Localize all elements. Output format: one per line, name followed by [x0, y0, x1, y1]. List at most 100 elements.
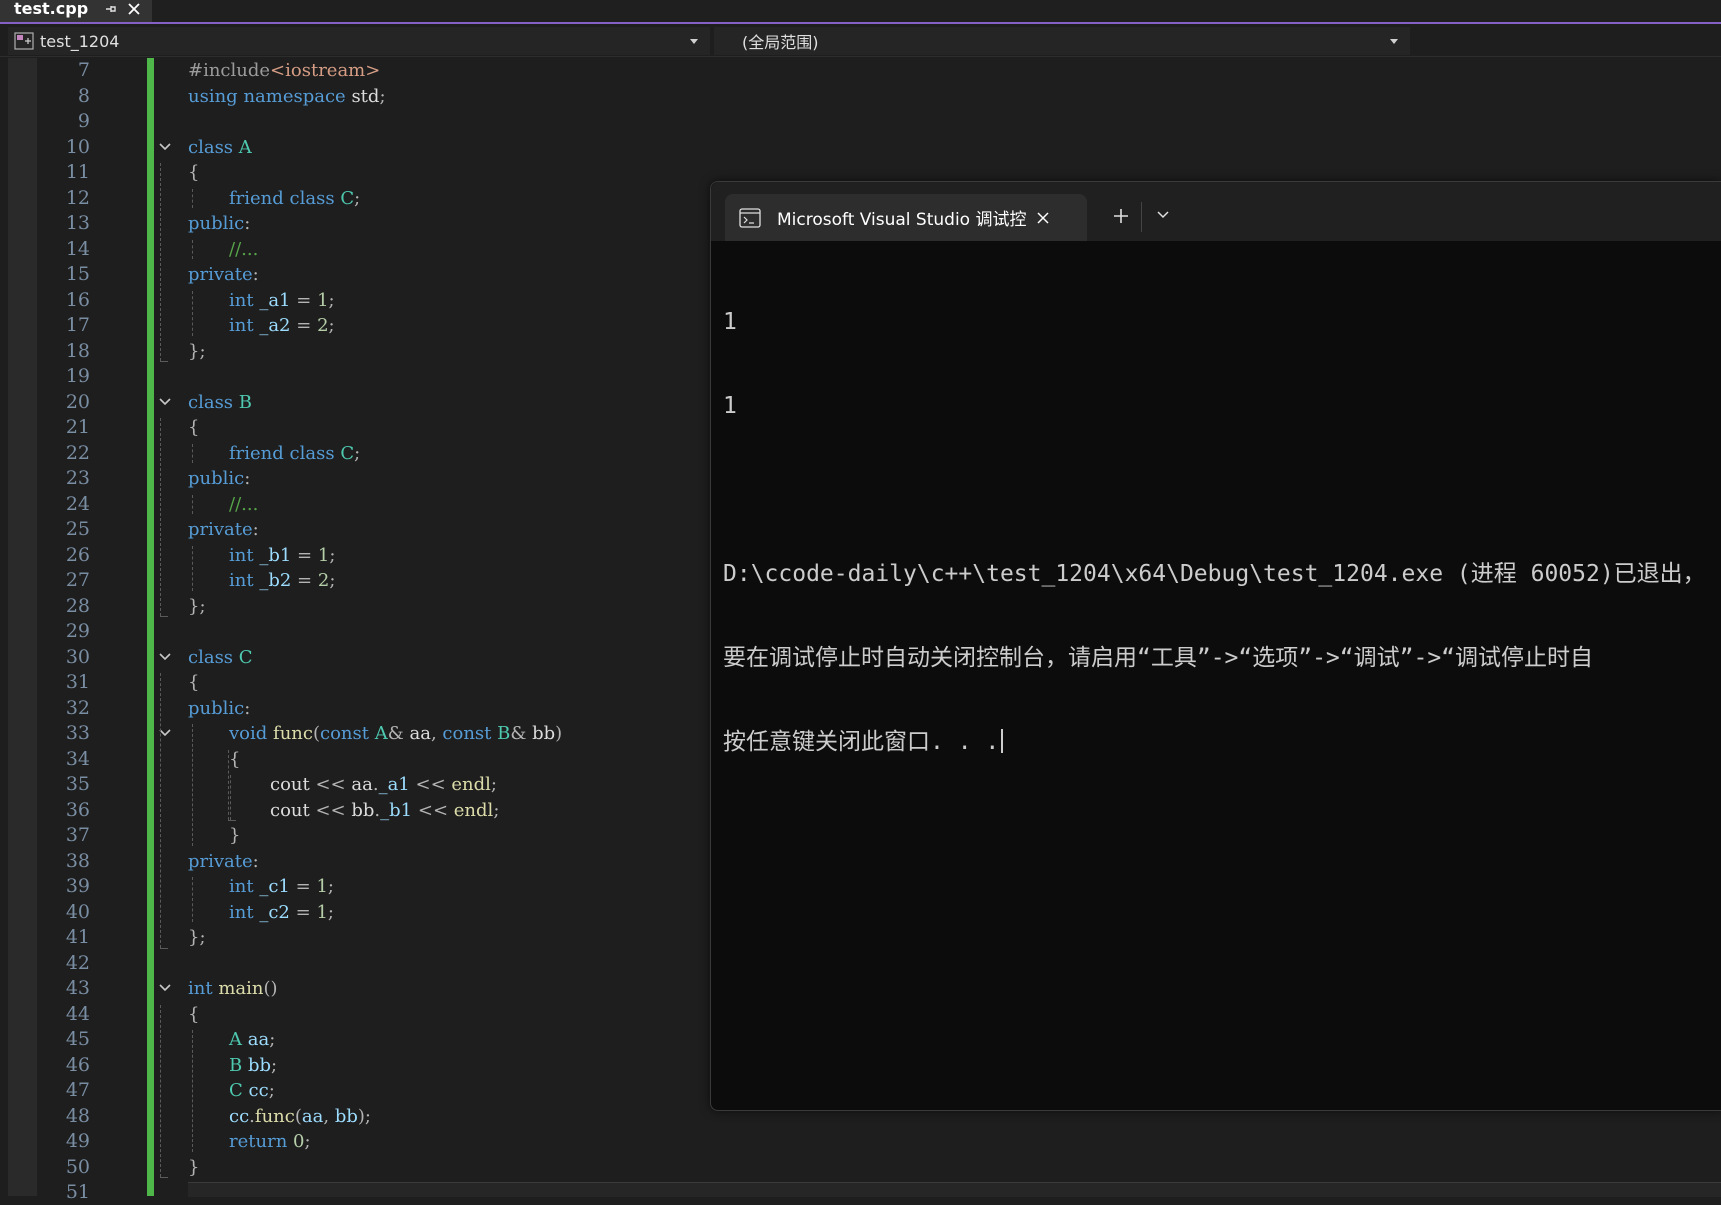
code-token: //...: [229, 238, 259, 260]
code-text: void func(const A& aa, const B& bb): [229, 721, 562, 746]
line-number: 47: [65, 1079, 90, 1101]
code-text: //...: [229, 492, 258, 517]
code-token: 0: [293, 1131, 305, 1152]
fold-chevron-icon[interactable]: [158, 397, 172, 407]
code-text: {: [188, 415, 199, 440]
code-line[interactable]: 9: [0, 109, 1721, 134]
code-token: class: [289, 442, 335, 464]
code-token: C: [229, 1080, 243, 1101]
code-token: ;: [271, 1054, 278, 1076]
line-number: 42: [65, 951, 90, 974]
line-number: 38: [65, 849, 90, 872]
code-token: cout: [270, 774, 316, 795]
code-token: bb: [345, 799, 375, 821]
plus-icon[interactable]: [1111, 206, 1131, 226]
line-number: 13: [65, 212, 90, 234]
code-token: =: [297, 570, 313, 591]
code-text: public:: [188, 696, 250, 721]
line-number: 8: [77, 84, 90, 107]
indent-guide-end: [160, 361, 168, 362]
chevron-down-icon[interactable]: [1156, 210, 1170, 220]
code-text: class A: [188, 135, 252, 160]
line-number: 23: [65, 467, 90, 489]
console-line: D:\ccode-daily\c++\test_1204\x64\Debug\t…: [723, 561, 1706, 587]
code-line[interactable]: 7 #include<iostream>: [0, 58, 1721, 83]
code-token: B: [238, 391, 253, 413]
code-token: bb: [334, 1105, 358, 1127]
code-text: B bb;: [229, 1053, 277, 1078]
code-token: class: [188, 136, 234, 158]
code-token: <<: [417, 799, 449, 821]
code-token: C: [340, 187, 355, 209]
code-token: };: [188, 927, 206, 948]
close-icon[interactable]: [1035, 210, 1051, 226]
indent-guide: [228, 749, 229, 820]
close-icon[interactable]: [126, 1, 142, 17]
code-line[interactable]: 8 using namespace std;: [0, 84, 1721, 109]
line-number: 31: [65, 671, 90, 693]
code-text: class C: [188, 645, 253, 670]
code-token: public: [188, 697, 245, 719]
code-token: aa: [403, 723, 431, 744]
code-token: _a1: [378, 774, 410, 795]
code-text: {: [188, 1002, 199, 1027]
fold-chevron-icon[interactable]: [158, 652, 172, 662]
indent-guide: [192, 239, 193, 259]
code-token: void: [229, 723, 268, 744]
indent-guide-end: [160, 616, 168, 617]
code-line[interactable]: 10 class A: [0, 135, 1721, 160]
code-text: };: [188, 594, 206, 619]
code-token: {: [188, 672, 200, 693]
fold-chevron-icon[interactable]: [158, 142, 172, 152]
line-number: 20: [65, 390, 90, 413]
console-tab-title: Microsoft Visual Studio 调试控: [777, 210, 1027, 230]
code-token: ;: [327, 876, 334, 897]
chevron-down-icon: [1390, 39, 1398, 44]
code-token: _a1: [259, 289, 291, 311]
scope-dropdown[interactable]: (全局范围): [714, 27, 1410, 55]
project-dropdown[interactable]: test_1204: [8, 27, 710, 55]
code-token: endl: [453, 799, 494, 821]
code-token: };: [188, 595, 206, 617]
code-token: ;: [269, 1029, 276, 1050]
code-token: 2: [317, 570, 330, 591]
console-output[interactable]: 1 1 D:\ccode-daily\c++\test_1204\x64\Deb…: [723, 252, 1721, 812]
console-line: 按任意键关闭此窗口. . .: [723, 729, 1000, 755]
code-token: 1: [317, 544, 330, 566]
code-token: (: [294, 1105, 302, 1127]
code-token: ;: [268, 1080, 275, 1101]
tab-separator: [1141, 202, 1142, 232]
code-token: _b1: [259, 544, 292, 566]
fold-chevron-icon[interactable]: [158, 983, 172, 993]
code-token: ;: [304, 1131, 311, 1152]
line-number: 40: [65, 900, 90, 923]
line-number: 19: [65, 365, 90, 387]
line-number: 12: [65, 186, 90, 209]
code-token: using: [188, 85, 238, 107]
debug-console-window[interactable]: Microsoft Visual Studio 调试控 1 1 D:\ccode…: [710, 181, 1721, 1111]
pin-icon[interactable]: [104, 2, 118, 16]
line-number: 34: [65, 747, 90, 770]
line-number: 16: [65, 288, 90, 311]
code-token: :: [252, 519, 259, 540]
code-token: A: [229, 1029, 242, 1050]
code-token: _a2: [259, 315, 291, 336]
console-titlebar: Microsoft Visual Studio 调试控: [711, 182, 1721, 241]
line-number: 14: [65, 237, 90, 260]
code-token: }: [229, 825, 241, 846]
console-tab[interactable]: Microsoft Visual Studio 调试控: [725, 194, 1087, 241]
code-token: ;: [328, 315, 335, 336]
code-token: namespace: [243, 85, 346, 107]
code-token: //...: [229, 493, 259, 515]
console-icon: [739, 207, 761, 228]
code-token: {: [188, 417, 200, 438]
code-line[interactable]: 49 return 0;: [0, 1129, 1721, 1154]
code-token: _b2: [259, 570, 292, 591]
tab-test-cpp[interactable]: test.cpp: [0, 0, 152, 22]
code-line[interactable]: 50}: [0, 1155, 1721, 1180]
line-number: 33: [65, 722, 90, 744]
line-number: 39: [65, 875, 90, 897]
code-text: #include<iostream>: [188, 58, 380, 83]
code-token: =: [296, 315, 312, 336]
